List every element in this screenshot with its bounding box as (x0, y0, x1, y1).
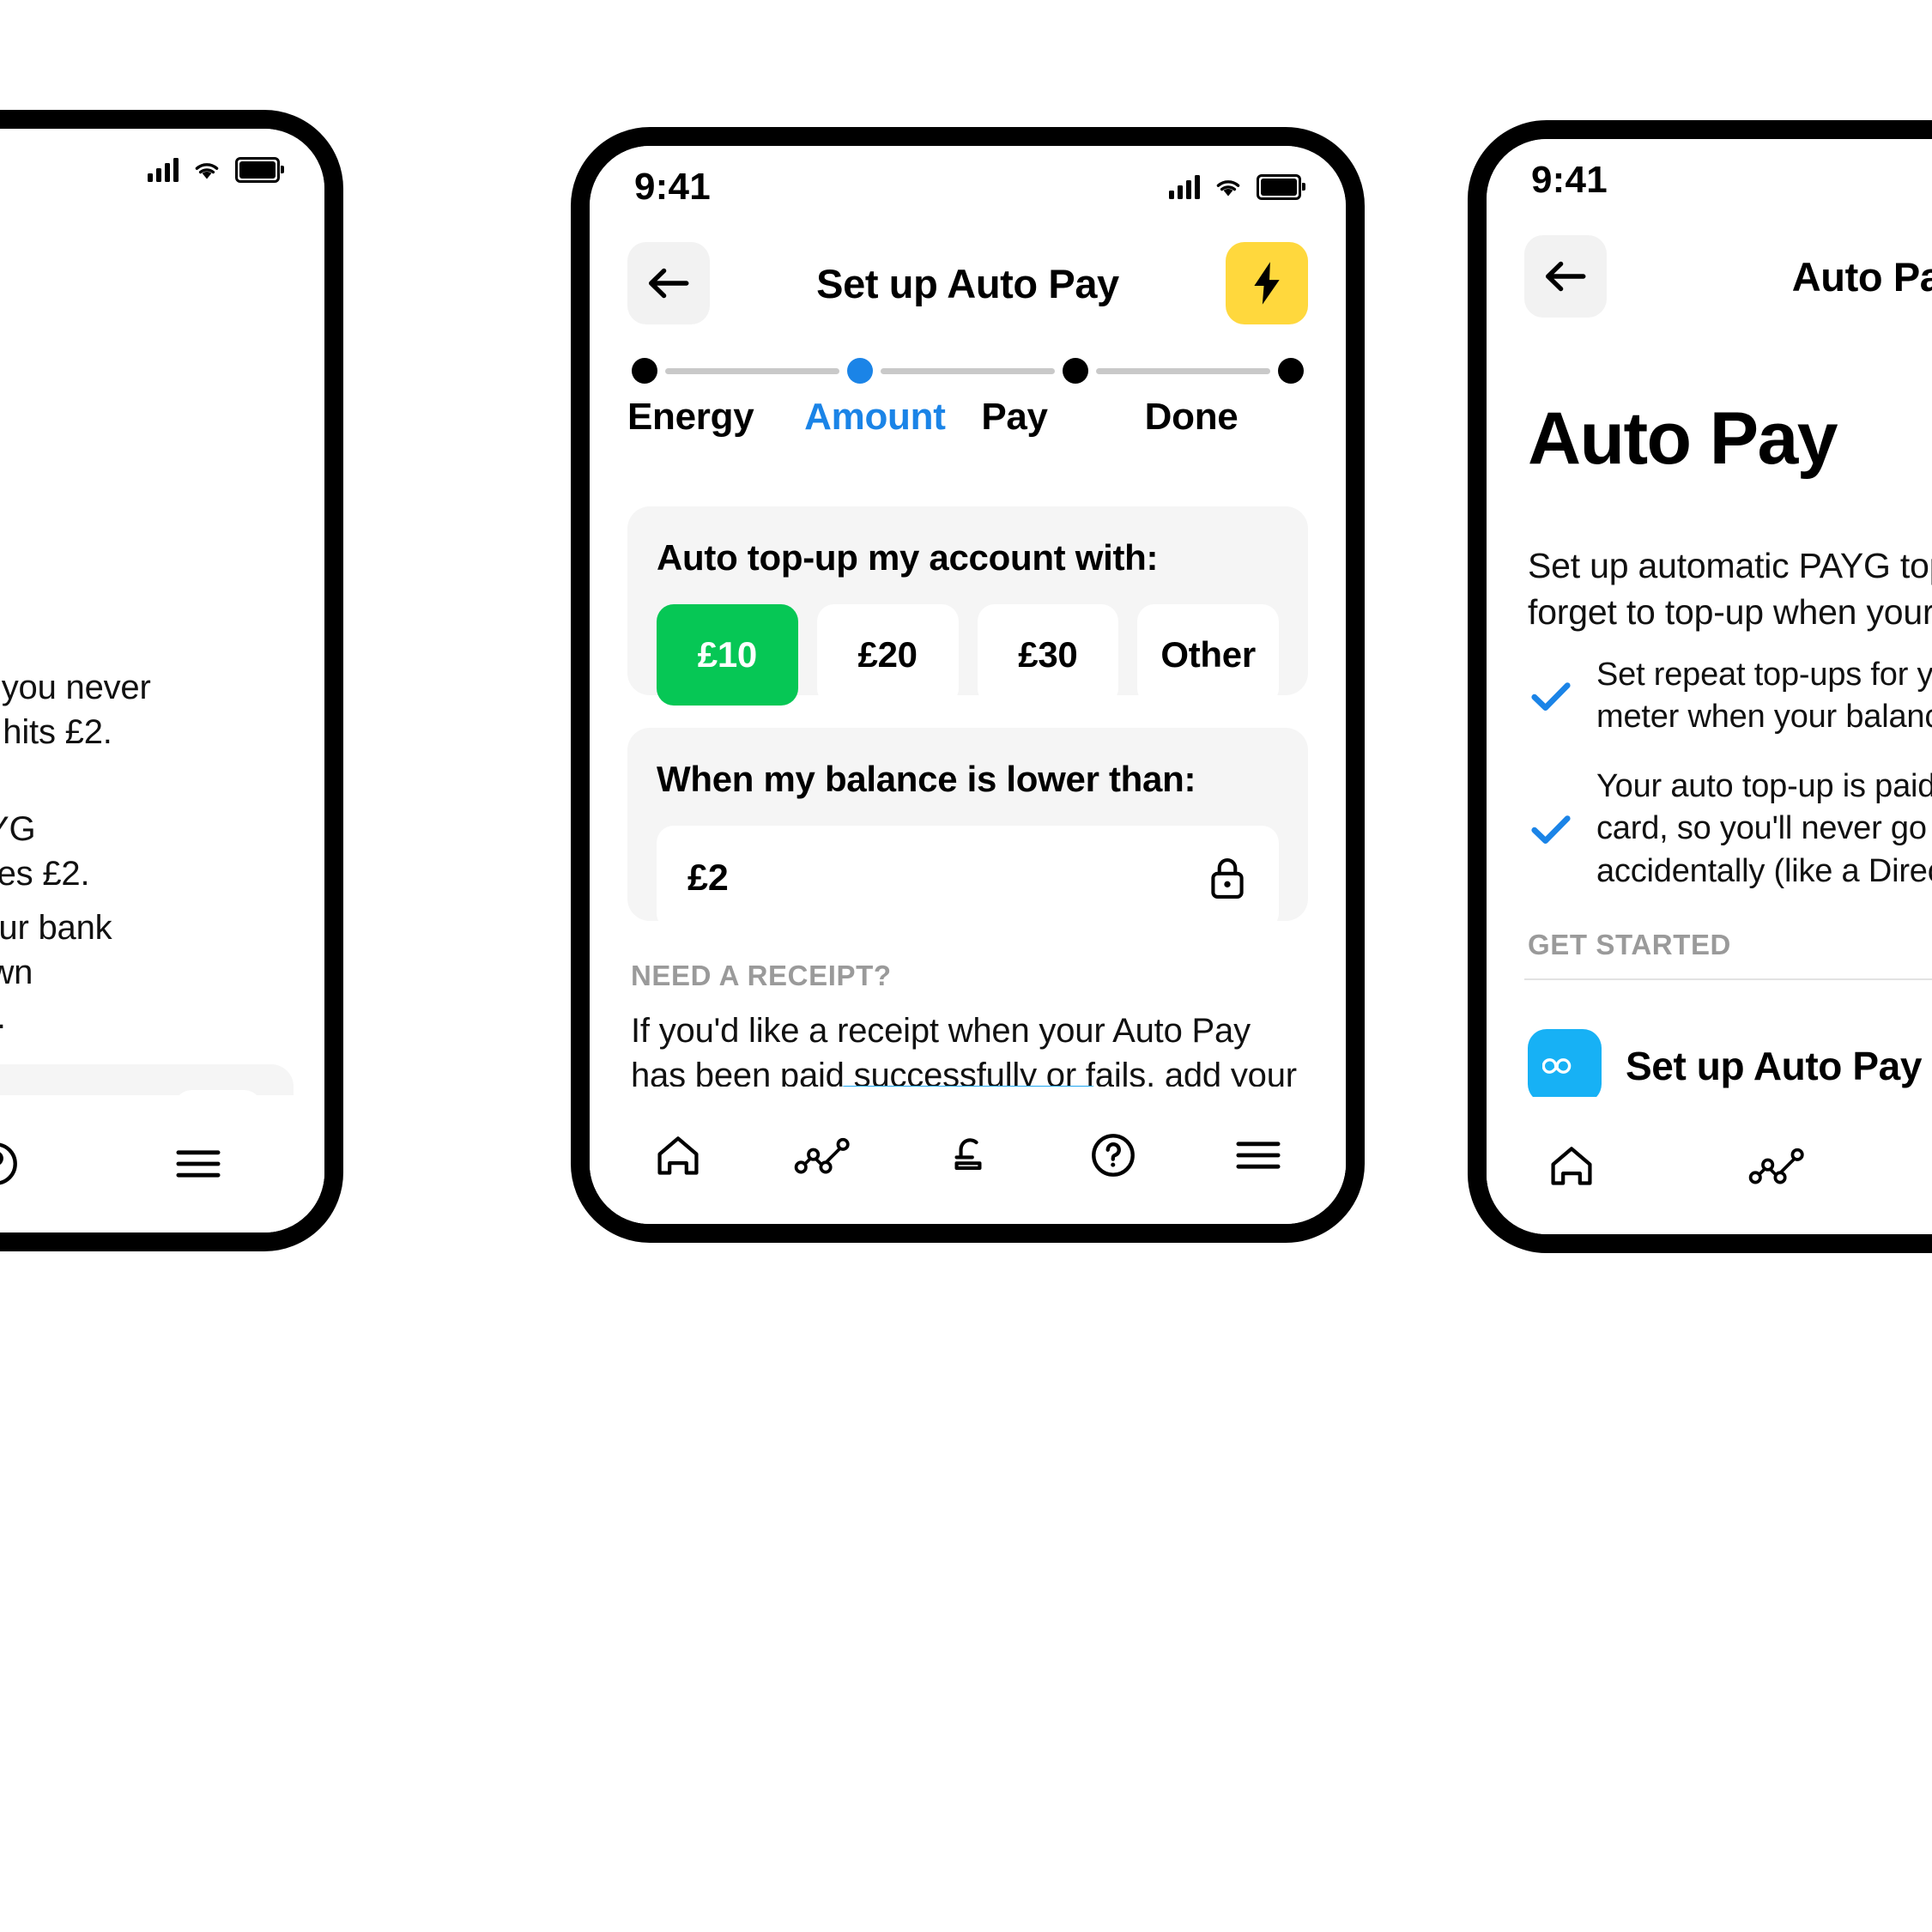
home-icon (657, 1136, 699, 1175)
divider-top (1524, 978, 1932, 980)
navbar-center: Set up Auto Pay (590, 227, 1346, 339)
threshold-field[interactable]: £2 (657, 826, 1279, 930)
status-bar-center: 9:41 (590, 146, 1346, 227)
benefit-item-1: Set repeat top-ups for yo meter when your… (1528, 654, 1932, 739)
check-icon (1528, 679, 1574, 713)
threshold-value: £2 (687, 857, 729, 899)
phone-right: 9:41 Auto Pay Auto Pay Set up automatic … (1468, 120, 1932, 1253)
help-circle-icon (0, 1142, 17, 1185)
infinity-icon (1528, 1029, 1602, 1103)
menu-icon (176, 1150, 221, 1178)
status-icons-left (148, 156, 284, 183)
amount-option-10[interactable]: £10 (657, 604, 798, 706)
step-line-2 (881, 367, 1055, 374)
tabbar-left (0, 1095, 324, 1232)
page-title-right: Auto Pay (1791, 253, 1932, 300)
page-title-center: Set up Auto Pay (816, 260, 1119, 306)
benefit-text-1: Set repeat top-ups for yo meter when your… (1596, 657, 1932, 736)
battery-full-icon (1257, 173, 1305, 200)
help-circle-icon (1091, 1134, 1135, 1177)
menu-icon (1235, 1142, 1281, 1169)
benefit-item-2: Your auto top-up is paid card, so you'll … (1528, 766, 1932, 893)
amount-option-20[interactable]: £20 (816, 604, 959, 706)
check-icon (1528, 812, 1574, 846)
phone-center-screen: 9:41 Set up Auto Pay Energy Amount Pay D… (590, 146, 1346, 1224)
usage-graph-icon (794, 1137, 850, 1174)
pound-icon (954, 1138, 981, 1171)
page-title-left: Auto Pay (0, 243, 287, 290)
tab-usage-center[interactable] (772, 1112, 874, 1198)
tab-usage-right[interactable] (1727, 1123, 1828, 1208)
step-dot-pay[interactable] (1063, 358, 1088, 384)
usage-graph-icon (1748, 1148, 1804, 1184)
tab-home-center[interactable] (627, 1112, 729, 1198)
tab-payments-center[interactable] (918, 1112, 1019, 1198)
wifi-icon (192, 159, 221, 181)
tabbar-right (1487, 1097, 1932, 1234)
tab-help-left[interactable] (0, 1121, 46, 1207)
arrow-left-icon (648, 268, 689, 299)
tab-menu-left[interactable] (148, 1121, 249, 1207)
back-button-right[interactable] (1524, 235, 1607, 318)
boost-button[interactable] (1226, 242, 1308, 324)
status-time-center: 9:41 (634, 165, 711, 208)
paragraph-3-left: o-up is paid with your bankll never go o… (0, 909, 112, 1036)
threshold-card-title: When my balance is lower than: (657, 759, 1196, 799)
phone-left: Auto Pay c PAYG top-ups so you neverwhen… (0, 110, 343, 1251)
home-icon (1551, 1147, 1592, 1185)
stepper-track (627, 356, 1308, 385)
amount-card-title: Auto top-up my account with: (657, 537, 1159, 578)
phone-right-screen: 9:41 Auto Pay Auto Pay Set up automatic … (1487, 139, 1932, 1234)
lock-icon (1207, 854, 1248, 902)
step-line-1 (665, 367, 839, 374)
status-bar-right: 9:41 (1487, 139, 1932, 221)
navbar-right: Auto Pay (1487, 221, 1932, 332)
progress-stepper: Energy Amount Pay Done (627, 356, 1308, 439)
navbar-left: Auto Pay (0, 210, 324, 322)
step-dot-energy[interactable] (632, 358, 657, 384)
arrow-left-icon (1545, 261, 1586, 292)
step-label-done: Done (1144, 396, 1239, 438)
amount-options: £10 £20 £30 Other (657, 604, 1279, 706)
receipt-eyebrow: NEED A RECEIPT? (631, 960, 892, 991)
cellular-bars-icon (1169, 174, 1200, 199)
lightning-bolt-icon (1254, 262, 1280, 305)
step-dot-done[interactable] (1278, 358, 1304, 384)
tab-menu-center[interactable] (1208, 1112, 1309, 1198)
step-dot-amount[interactable] (847, 358, 873, 384)
step-label-energy: Energy (627, 396, 754, 438)
amount-option-30[interactable]: £30 (977, 604, 1119, 706)
intro-text-right: Set up automatic PAYG top-uforget to top… (1528, 546, 1932, 633)
paragraph-2-left: op-ups for your PAYGyour balance reaches… (0, 810, 90, 893)
battery-full-icon (235, 156, 284, 183)
benefit-text-2: Your auto top-up is paid card, so you'll … (1596, 768, 1932, 889)
list-item-label: Set up Auto Pay (1626, 1044, 1922, 1088)
stepper-labels: Energy Amount Pay Done (627, 396, 1308, 439)
step-label-pay: Pay (981, 396, 1048, 438)
paragraph-1-left: c PAYG top-ups so you neverwhen your bal… (0, 669, 151, 751)
status-bar-left (0, 129, 324, 210)
threshold-card: When my balance is lower than: £2 (627, 728, 1308, 930)
amount-option-other[interactable]: Other (1137, 604, 1279, 706)
section-header-get-started: GET STARTED (1528, 929, 1731, 960)
wifi-icon (1214, 176, 1243, 198)
step-label-amount: Amount (804, 396, 946, 438)
amount-card: Auto top-up my account with: £10 £20 £30… (627, 506, 1308, 706)
tabbar-center (590, 1087, 1346, 1224)
phone-left-screen: Auto Pay c PAYG top-ups so you neverwhen… (0, 129, 324, 1232)
status-time-right: 9:41 (1531, 158, 1608, 201)
screenshot-canvas: Auto Pay c PAYG top-ups so you neverwhen… (0, 0, 1932, 1932)
tab-help-center[interactable] (1063, 1112, 1164, 1198)
page-heading-right: Auto Pay (1528, 397, 1838, 480)
step-line-3 (1096, 367, 1270, 374)
tab-home-right[interactable] (1521, 1123, 1622, 1208)
cellular-bars-icon (148, 157, 179, 182)
status-icons-center (1169, 173, 1305, 200)
back-button[interactable] (627, 242, 710, 324)
phone-center: 9:41 Set up Auto Pay Energy Amount Pay D… (571, 127, 1365, 1243)
